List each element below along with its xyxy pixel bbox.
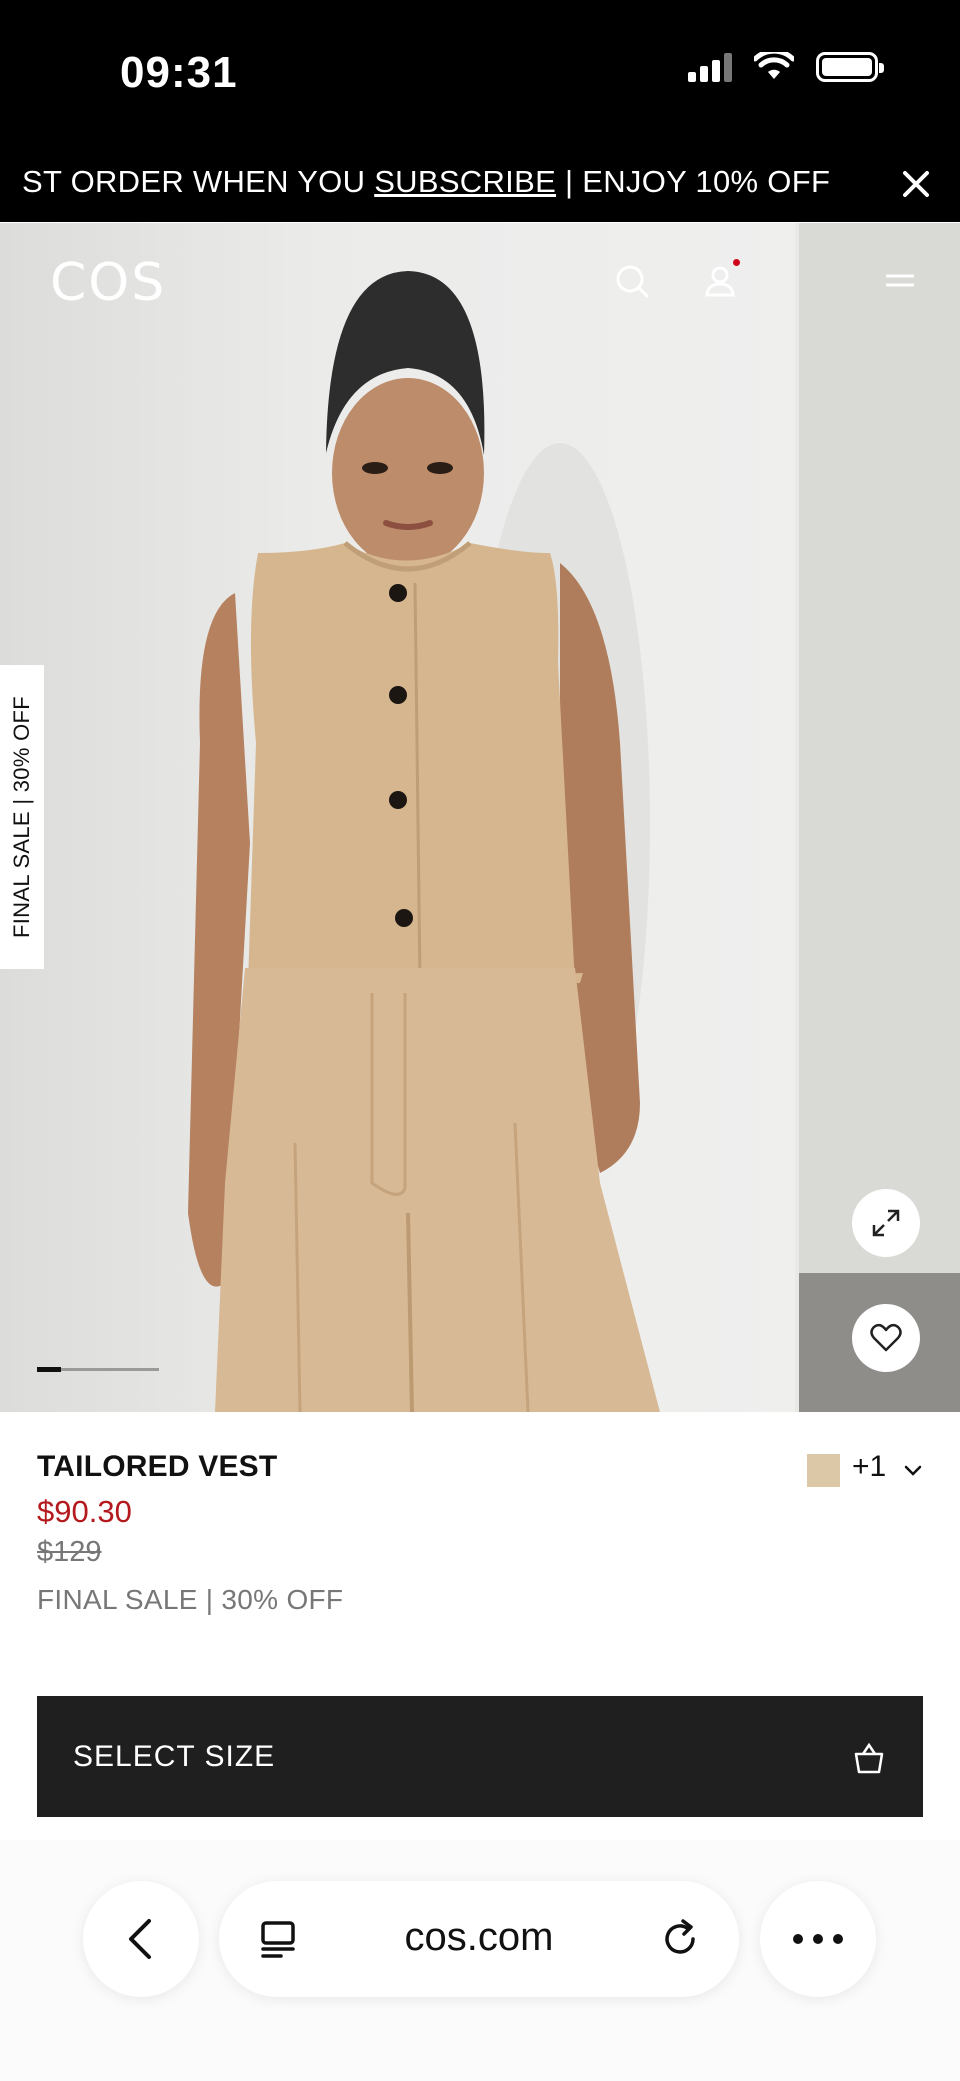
sale-note: FINAL SALE | 30% OFF [37, 1584, 344, 1615]
product-image-next[interactable] [799, 223, 960, 1412]
search-icon[interactable] [612, 261, 652, 301]
notification-dot [733, 259, 740, 266]
model-photo [188, 271, 660, 1412]
product-gallery[interactable]: COS FINAL SALE | 30% OFF [0, 223, 960, 1412]
close-icon[interactable] [892, 160, 940, 208]
status-icons [688, 52, 884, 82]
cellular-signal-icon [688, 52, 732, 82]
select-size-label: SELECT SIZE [73, 1740, 276, 1773]
account-icon[interactable] [700, 261, 740, 301]
basket-icon [854, 1742, 884, 1774]
wishlist-button[interactable] [852, 1304, 920, 1372]
status-time: 09:31 [120, 48, 238, 97]
subscribe-link[interactable]: SUBSCRIBE [374, 164, 556, 199]
sale-side-tag: FINAL SALE | 30% OFF [0, 665, 44, 969]
gallery-progress [37, 1367, 159, 1372]
sale-price: $90.30 [37, 1494, 132, 1529]
more-dots-icon [793, 1934, 843, 1944]
expand-button[interactable] [852, 1189, 920, 1257]
product-name: TAILORED VEST [37, 1450, 278, 1483]
back-button[interactable] [83, 1881, 199, 1997]
status-bar: 09:31 [0, 0, 960, 148]
select-size-button[interactable]: SELECT SIZE [37, 1696, 923, 1817]
color-swatch[interactable] [807, 1454, 840, 1487]
reload-icon[interactable] [659, 1917, 703, 1961]
shopping-bag-icon[interactable] [789, 261, 795, 301]
more-colors-count[interactable]: +1 [852, 1450, 886, 1484]
address-bar[interactable]: cos.com [219, 1881, 739, 1997]
more-options-button[interactable] [760, 1881, 876, 1997]
wifi-icon [754, 52, 794, 79]
expand-icon [872, 1209, 900, 1237]
promo-text: ST ORDER WHEN YOU SUBSCRIBE | ENJOY 10% … [22, 164, 831, 199]
menu-icon[interactable] [880, 261, 920, 301]
original-price: $129 [37, 1536, 102, 1568]
product-image-main[interactable]: COS FINAL SALE | 30% OFF [0, 223, 795, 1412]
battery-icon [816, 52, 884, 82]
heart-icon [870, 1323, 902, 1352]
cos-logo[interactable]: COS [50, 253, 166, 313]
gallery-progress-fill [37, 1367, 62, 1372]
chevron-down-icon[interactable] [900, 1458, 926, 1484]
chevron-left-icon [129, 1919, 151, 1959]
promo-banner: ST ORDER WHEN YOU SUBSCRIBE | ENJOY 10% … [0, 148, 960, 222]
browser-toolbar: cos.com [0, 1840, 960, 2081]
